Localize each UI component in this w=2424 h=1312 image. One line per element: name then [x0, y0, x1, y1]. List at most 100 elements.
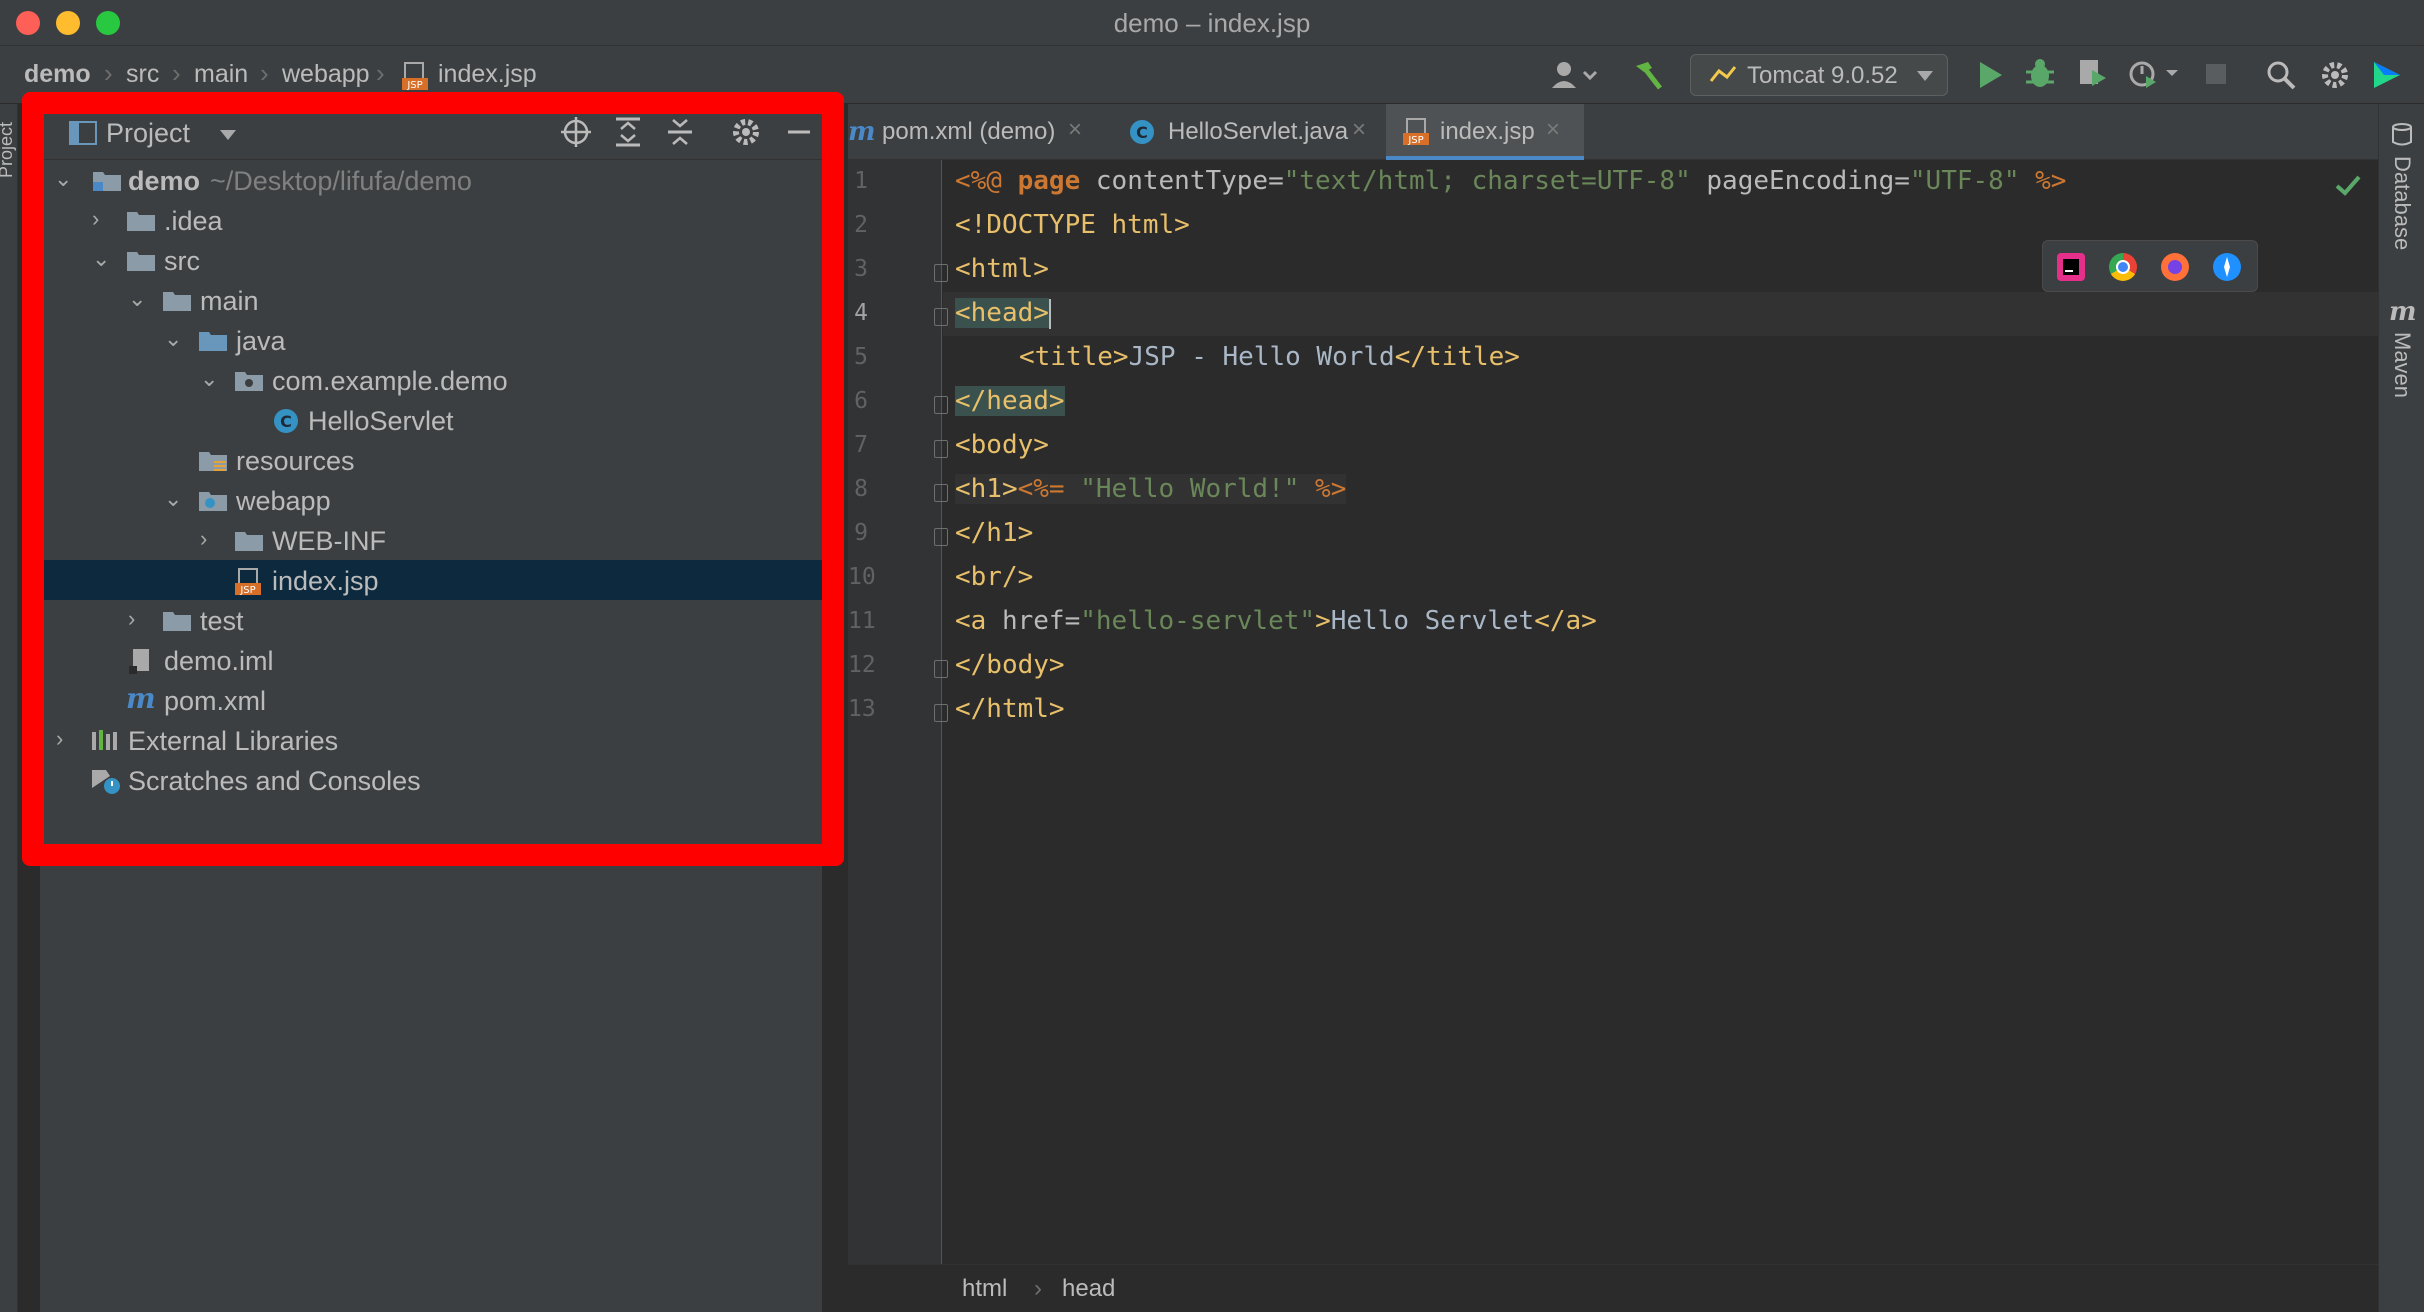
text-cursor — [1048, 298, 1051, 329]
breadcrumb-src[interactable]: src — [126, 60, 159, 89]
code-token: contentType= — [1080, 166, 1284, 196]
code-line: <%@ page contentType="text/html; charset… — [955, 166, 2066, 196]
breadcrumb-webapp[interactable]: webapp — [282, 60, 370, 89]
line-number: 10 — [848, 564, 876, 590]
code-token: "UTF-8" — [1909, 166, 2020, 196]
line-number: 7 — [854, 432, 868, 458]
code-token: <%@ — [955, 166, 1018, 196]
title-bar: demo – index.jsp — [0, 0, 2424, 46]
svg-text:JSP: JSP — [1407, 135, 1423, 146]
database-tool-window-tab[interactable]: Database — [2389, 156, 2415, 250]
svg-text:C: C — [1136, 123, 1148, 142]
code-token: </head> — [955, 386, 1065, 416]
fold-marker[interactable] — [934, 660, 948, 678]
line-number: 5 — [854, 344, 868, 370]
chrome-icon[interactable] — [2109, 253, 2137, 281]
code-line: <a href="hello-servlet">Hello Servlet</a… — [955, 606, 1597, 636]
database-icon — [2389, 122, 2415, 148]
user-icon[interactable] — [1548, 58, 1600, 92]
fold-marker[interactable] — [934, 308, 948, 326]
line-number: 13 — [848, 696, 876, 722]
tab-index-jsp[interactable]: JSP index.jsp × — [1386, 104, 1584, 160]
settings-gear-icon[interactable] — [2318, 58, 2352, 92]
code-line: <title>JSP - Hello World</title> — [1019, 342, 1520, 372]
tab-helloservlet-java[interactable]: C HelloServlet.java × — [1118, 104, 1394, 160]
breadcrumb-demo[interactable]: demo — [24, 60, 91, 89]
tab-label: pom.xml (demo) — [882, 118, 1056, 145]
chevron-right-icon: › — [260, 58, 269, 88]
code-token: %> — [2019, 166, 2067, 196]
run-configuration-label: Tomcat 9.0.52 — [1747, 62, 1898, 89]
svg-text:JSP: JSP — [406, 80, 422, 90]
code-line: </h1> — [955, 518, 1034, 548]
tab-pom-xml[interactable]: m pom.xml (demo) × — [848, 104, 1110, 160]
code-token: </a> — [1534, 606, 1597, 636]
debug-icon[interactable] — [2022, 56, 2058, 92]
line-number: 4 — [854, 300, 868, 326]
code-token: page — [1017, 166, 1081, 196]
code-token: %> — [1299, 474, 1347, 504]
code-line: <br/> — [955, 562, 1034, 592]
breadcrumb-index-jsp[interactable]: index.jsp — [438, 60, 537, 89]
code-token: <title> — [1019, 342, 1129, 372]
safari-icon[interactable] — [2213, 253, 2241, 281]
fold-marker[interactable] — [934, 396, 948, 414]
code-token: "text/html; charset=UTF-8" — [1283, 166, 1691, 196]
class-icon: C — [1128, 118, 1156, 146]
coverage-icon[interactable] — [2074, 56, 2110, 92]
code-token: Hello Servlet — [1330, 606, 1535, 636]
checkmark-icon[interactable] — [2334, 172, 2362, 198]
fold-marker[interactable] — [934, 704, 948, 722]
code-line: </html> — [955, 694, 1065, 724]
code-token: <head> — [955, 298, 1049, 328]
search-icon[interactable] — [2264, 58, 2298, 92]
left-tool-strip: Project — [0, 104, 18, 1312]
tab-label: HelloServlet.java — [1168, 118, 1349, 145]
breadcrumb-html[interactable]: html — [962, 1275, 1007, 1303]
build-hammer-icon[interactable] — [1630, 58, 1664, 92]
maven-icon: m — [848, 118, 878, 146]
intellij-icon[interactable] — [2057, 253, 2085, 281]
run-icon[interactable] — [1972, 58, 2006, 92]
toolbox-icon[interactable] — [2370, 58, 2404, 92]
code-line: <html> — [955, 254, 1049, 284]
tab-label: index.jsp — [1440, 118, 1535, 145]
firefox-icon[interactable] — [2161, 253, 2189, 281]
code-token: pageEncoding= — [1690, 166, 1910, 196]
highlight-annotation-box — [22, 92, 844, 866]
profiler-icon[interactable] — [2126, 56, 2182, 92]
code-line: </head> — [955, 386, 1065, 416]
code-token: "hello-servlet" — [1080, 606, 1316, 636]
code-line: <h1><%= "Hello World!" %> — [955, 474, 1347, 504]
code-token: <%= — [1017, 474, 1081, 504]
close-icon[interactable]: × — [1068, 116, 1082, 144]
line-number: 3 — [854, 256, 868, 282]
code-token: JSP - Hello World — [1128, 342, 1395, 372]
close-icon[interactable]: × — [1352, 116, 1366, 144]
code-token: <a — [955, 606, 1002, 636]
code-line: <!DOCTYPE html> — [955, 210, 1190, 240]
fold-marker[interactable] — [934, 484, 948, 502]
jsp-file-icon: JSP — [1402, 118, 1432, 146]
editor-breadcrumbs: html › head — [848, 1264, 2378, 1312]
chevron-right-icon: › — [104, 58, 113, 88]
fold-marker[interactable] — [934, 528, 948, 546]
fold-marker[interactable] — [934, 264, 948, 282]
breadcrumb-head[interactable]: head — [1062, 1275, 1115, 1303]
project-tool-window-tab[interactable]: Project — [0, 118, 17, 178]
code-token: > — [1315, 606, 1331, 636]
fold-marker[interactable] — [934, 440, 948, 458]
chevron-down-icon — [1915, 69, 1935, 83]
open-in-browser-popup — [2042, 240, 2258, 292]
line-number: 12 — [848, 652, 876, 678]
stop-icon[interactable] — [2202, 60, 2230, 88]
breadcrumb-main[interactable]: main — [194, 60, 248, 89]
line-number: 8 — [854, 476, 868, 502]
code-line: <head> — [955, 298, 1051, 329]
line-number: 11 — [848, 608, 876, 634]
maven-tool-window-tab[interactable]: Maven — [2389, 332, 2415, 398]
code-token: <h1> — [955, 474, 1018, 504]
run-configuration-selector[interactable]: Tomcat 9.0.52 — [1690, 54, 1948, 96]
close-icon[interactable]: × — [1546, 116, 1560, 144]
code-line: </body> — [955, 650, 1065, 680]
